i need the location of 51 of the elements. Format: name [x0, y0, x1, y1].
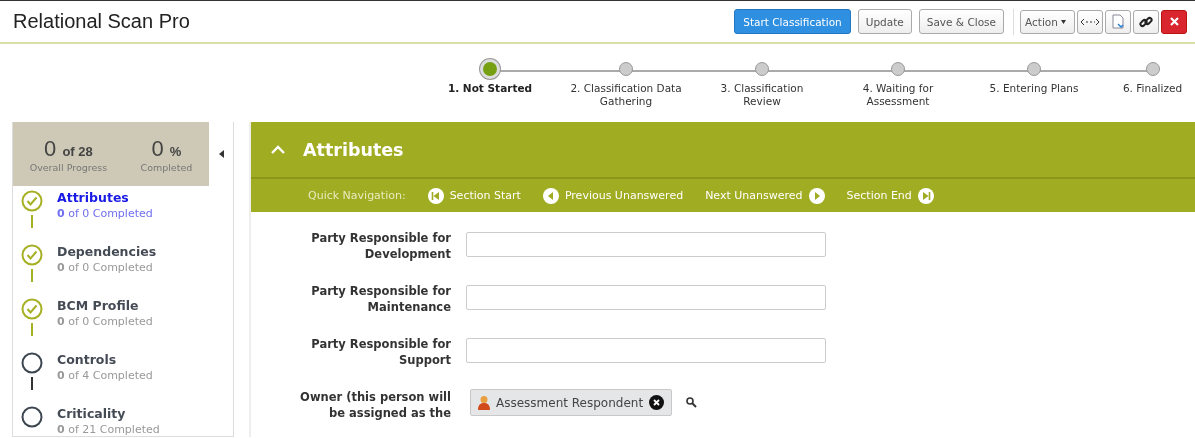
field-label: Party Responsible for Development: [310, 230, 451, 262]
step-label[interactable]: 2. Classification Data Gathering: [566, 82, 686, 108]
caret-icon: [1060, 19, 1066, 24]
overall-progress-caption: Overall Progress: [29, 161, 108, 173]
text-field[interactable]: [466, 338, 826, 363]
save-close-button[interactable]: Save & Close: [918, 9, 1004, 34]
section-progress: 0 of 0 Completed: [57, 206, 153, 222]
field-label: Owner (this person will be assigned as the: [299, 389, 451, 421]
section-progress: 0 of 4 Completed: [57, 368, 153, 384]
document-icon: [1112, 14, 1124, 29]
quick-navigation-label: Quick Navigation:: [308, 189, 406, 202]
section-progress: 0 of 0 Completed: [57, 314, 153, 330]
step-label[interactable]: 5. Entering Plans: [989, 82, 1079, 95]
link-icon: [1139, 14, 1153, 29]
percent-completed: 0 %: [151, 135, 182, 162]
section-link[interactable]: Controls: [57, 351, 153, 368]
overall-progress-count: 0 of 28: [44, 135, 93, 162]
section-progress: 0 of 0 Completed: [57, 260, 154, 276]
forward-icon: [808, 187, 825, 204]
expand-button[interactable]: [1077, 9, 1103, 34]
step-label[interactable]: 4. Waiting for Assessment: [838, 82, 958, 108]
section-link[interactable]: Dependencies: [57, 243, 157, 260]
back-icon: [542, 187, 559, 204]
text-field[interactable]: [466, 232, 826, 257]
remove-icon[interactable]: [649, 395, 665, 410]
step-label[interactable]: 3. Classification Review: [702, 82, 822, 108]
field-label: Party Responsible for Support: [310, 336, 451, 368]
close-button[interactable]: [1161, 9, 1187, 34]
section-progress: 0 of 21 Completed: [57, 422, 160, 436]
close-icon: [1169, 17, 1179, 26]
collapse-chevron-icon[interactable]: [271, 145, 285, 154]
skip-forward-icon: [917, 187, 934, 204]
skip-back-icon: [427, 187, 444, 204]
link-button[interactable]: [1133, 9, 1159, 34]
section-link[interactable]: BCM Profile: [57, 297, 153, 314]
update-button[interactable]: Update: [857, 9, 912, 34]
text-field[interactable]: [466, 285, 826, 310]
percent-caption: Completed: [140, 161, 193, 173]
section-link[interactable]: Attributes: [57, 189, 153, 206]
step-label[interactable]: 6. Finalized: [1122, 82, 1183, 95]
field-label: Party Responsible for Maintenance: [310, 283, 451, 315]
person-icon: [478, 395, 490, 410]
section-link[interactable]: Criticality: [57, 405, 160, 422]
search-icon[interactable]: [686, 397, 698, 408]
app-title: Relational Scan Pro: [13, 10, 191, 33]
action-menu[interactable]: Action: [1020, 9, 1075, 34]
collapse-arrow-icon[interactable]: [218, 150, 224, 158]
double-arrow-icon: [1080, 17, 1100, 26]
section-title: Attributes: [303, 139, 404, 160]
person-chip[interactable]: Assessment Respondent: [470, 389, 673, 416]
step-label[interactable]: 1. Not Started: [447, 82, 533, 95]
